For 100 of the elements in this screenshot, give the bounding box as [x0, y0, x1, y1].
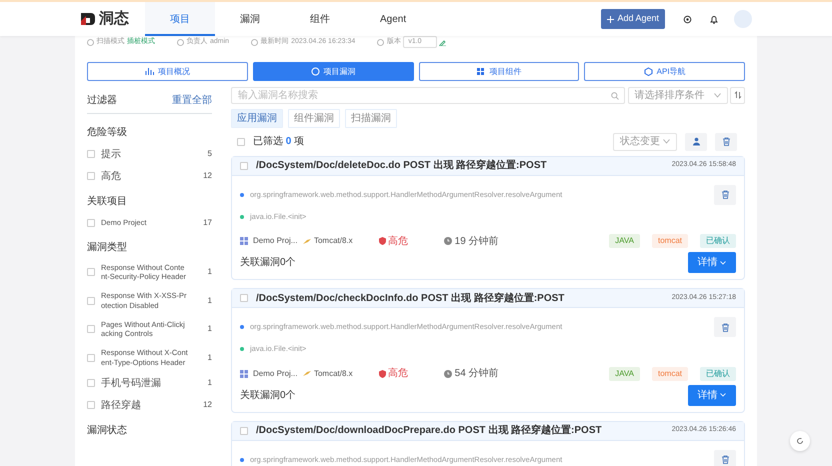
option-count: 17 [202, 216, 212, 228]
option-count: 12 [202, 399, 212, 411]
tag: tomcat [652, 234, 688, 248]
clock-icon [444, 370, 452, 378]
sort-icon [734, 91, 742, 99]
project-tab[interactable]: 项目概况 [87, 62, 248, 81]
shield-icon [378, 370, 386, 378]
bell-icon[interactable] [710, 14, 718, 24]
delete-button[interactable] [714, 450, 736, 466]
option-count: 1 [206, 352, 212, 364]
server-name: Tomcat/8.x [314, 235, 353, 247]
nav-tab[interactable]: 漏洞 [215, 2, 285, 36]
checkbox[interactable] [240, 426, 248, 434]
option-label: 路径穿越 [101, 398, 142, 412]
risk-level: 高危 [388, 366, 410, 381]
assign-button[interactable] [685, 132, 707, 150]
feedback-button[interactable] [790, 431, 810, 451]
checkbox[interactable] [87, 150, 95, 158]
checkbox[interactable] [87, 401, 95, 409]
project-name: Demo Proj... [253, 235, 298, 247]
edit-icon[interactable] [439, 38, 446, 46]
details-button[interactable]: 详情 [688, 252, 736, 273]
shield-icon [378, 237, 386, 245]
plus-icon [607, 16, 614, 22]
selected-count-text: 已筛选 0 项 [253, 134, 306, 149]
option-label: 提示 [101, 148, 122, 160]
people-icon [692, 137, 700, 146]
filter-group-title: 危险等级 [87, 126, 128, 140]
select-all-checkbox[interactable] [237, 138, 245, 146]
tag: 已确认 [700, 366, 736, 380]
vuln-title[interactable]: /DocSystem/Doc/downloadDocPrepare.do POST 出现 路径穿越位置:POST [256, 423, 664, 438]
checkbox[interactable] [87, 218, 95, 226]
checkbox[interactable] [240, 162, 248, 170]
delete-button[interactable] [715, 132, 737, 150]
info-icon [87, 38, 94, 46]
refresh-icon [796, 437, 804, 445]
project-tab[interactable]: 项目组件 [418, 62, 580, 81]
related-count: 关联漏洞0个 [240, 388, 296, 402]
tag: 已确认 [700, 234, 736, 248]
status-select[interactable]: 状态变更 [613, 132, 677, 150]
checkbox[interactable] [87, 268, 95, 276]
filter-title: 过滤器 [87, 94, 117, 108]
search-icon [611, 92, 619, 100]
caret-icon [663, 139, 670, 144]
nav-tab[interactable]: 组件 [285, 2, 355, 36]
info-icon [251, 38, 258, 46]
settings-icon[interactable] [683, 14, 692, 24]
risk-level: 高危 [388, 234, 410, 248]
option-count: 1 [206, 323, 212, 336]
checkbox[interactable] [87, 379, 95, 387]
project-tab[interactable]: 项目漏洞 [252, 62, 414, 81]
vuln-type-tab[interactable]: 组件漏洞 [288, 108, 340, 128]
bar-chart-icon [144, 67, 154, 76]
reset-all-link[interactable]: 重置全部 [172, 92, 212, 108]
grid-icon [240, 237, 248, 245]
nav-tab[interactable]: Agent [355, 2, 432, 36]
caret-icon [714, 92, 720, 98]
add-agent-button[interactable]: Add Agent [601, 9, 665, 29]
time-ago: 19 分钟前 [454, 234, 500, 248]
checkbox[interactable] [87, 354, 95, 362]
grid-icon [240, 370, 248, 378]
option-count: 12 [202, 170, 212, 182]
search-field[interactable]: 输入漏洞名称搜索 [231, 86, 625, 104]
checkbox[interactable] [240, 294, 248, 302]
option-label: 高危 [101, 170, 122, 182]
trash-icon [722, 137, 730, 146]
delete-button[interactable] [714, 317, 736, 337]
logo-icon [80, 12, 96, 26]
filter-group-title: 漏洞类型 [87, 240, 128, 254]
filter-group-title: 漏洞状态 [87, 424, 128, 438]
grid-icon [476, 67, 486, 76]
checkbox[interactable] [87, 172, 95, 180]
server-name: Tomcat/8.x [314, 368, 353, 380]
avatar[interactable] [734, 10, 752, 28]
cube-icon [644, 67, 653, 76]
vuln-title[interactable]: /DocSystem/Doc/deleteDoc.do POST 出现 路径穿越位置:POST [256, 158, 664, 173]
related-count: 关联漏洞0个 [240, 256, 296, 270]
clock-icon [444, 237, 452, 245]
caret-icon [720, 260, 726, 264]
vuln-type-tab[interactable]: 应用漏洞 [231, 108, 283, 128]
tag: tomcat [652, 366, 688, 380]
info-icon [177, 38, 184, 46]
delete-button[interactable] [714, 184, 736, 204]
vuln-title[interactable]: /DocSystem/Doc/checkDocInfo.do POST 出现 路径穿越位置:POST [256, 290, 664, 306]
project-tab[interactable]: API导航 [584, 62, 745, 81]
option-count: 1 [206, 377, 212, 389]
tag: JAVA [609, 234, 640, 248]
checkbox[interactable] [87, 296, 95, 305]
project-name: Demo Proj... [253, 368, 298, 380]
sort-select[interactable]: 请选择排序条件 [628, 86, 728, 104]
vuln-type-tab[interactable]: 扫描漏洞 [345, 108, 397, 128]
caret-icon [720, 393, 726, 397]
option-count: 1 [206, 294, 212, 307]
checkbox[interactable] [87, 325, 95, 334]
nav-tab[interactable]: 项目 [145, 2, 215, 36]
sort-order-button[interactable] [730, 86, 745, 104]
details-button[interactable]: 详情 [688, 384, 736, 406]
trash-icon [720, 190, 730, 199]
info-icon [377, 38, 384, 46]
option-count: 1 [206, 266, 212, 278]
